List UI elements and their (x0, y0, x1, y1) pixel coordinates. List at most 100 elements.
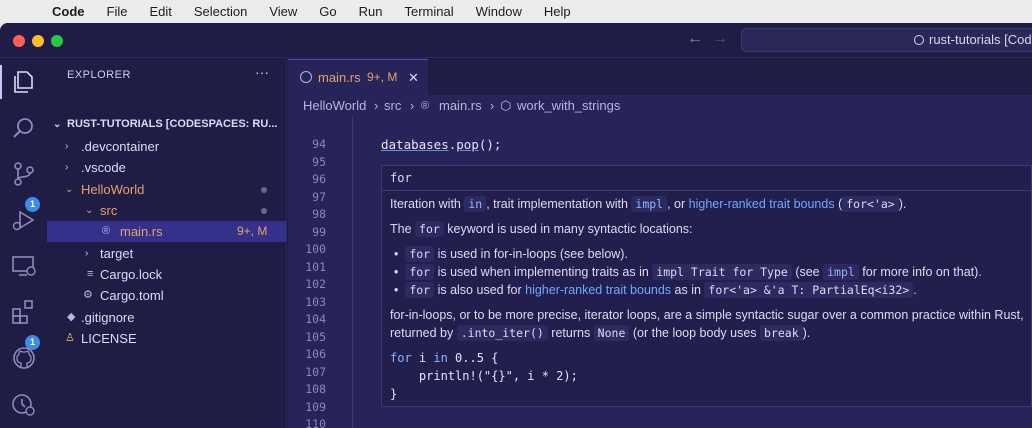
tree-item-label: Cargo.lock (100, 267, 163, 282)
tree-item-label: src (100, 203, 118, 218)
menu-selection[interactable]: Selection (194, 4, 247, 19)
hover-bullet-1: • for is used in for-in-loops (see below… (394, 246, 628, 262)
menu-view[interactable]: View (269, 4, 297, 19)
line-number: 100 (305, 242, 326, 256)
code-line-94: databases.pop(); (381, 137, 502, 152)
tree-item-main-rs[interactable]: ® main.rs 9+, M (47, 221, 286, 242)
line-number: 110 (305, 417, 326, 428)
hover-link-hrtb-2[interactable]: higher-ranked trait bounds (525, 283, 671, 297)
breadcrumb-src[interactable]: src (384, 95, 401, 117)
source-control-icon[interactable] (11, 161, 37, 187)
menu-go[interactable]: Go (319, 4, 336, 19)
run-debug-icon[interactable] (11, 207, 37, 233)
minimize-window-button[interactable] (32, 35, 44, 47)
workspace-root[interactable]: ⌄ RUST-TUTORIALS [CODESPACES: RU... (47, 114, 286, 135)
activity-bar: 1 1 (0, 59, 47, 428)
hover-paragraph-1: Iteration with in, trait implementation … (390, 196, 907, 212)
editor-tab-bar: main.rs 9+, M ✕ (288, 59, 1032, 95)
tree-item-label: .devcontainer (81, 139, 160, 154)
tree-item-label: .gitignore (81, 310, 135, 325)
extensions-icon[interactable] (11, 299, 37, 325)
remote-explorer-icon[interactable] (11, 253, 37, 279)
line-number: 101 (305, 260, 326, 274)
chevron-down-icon: ⌄ (85, 205, 94, 216)
modified-dot (261, 187, 267, 193)
title-bar: ← → rust-tutorials [Cod (0, 23, 1032, 58)
menu-help[interactable]: Help (544, 4, 571, 19)
breadcrumb-main-rs[interactable]: main.rs (439, 95, 482, 117)
hover-code-line-2: println!("{}", i * 2); (390, 369, 578, 383)
menu-window[interactable]: Window (476, 4, 522, 19)
tab-label: main.rs (318, 70, 361, 85)
hover-documentation: for Iteration with in, trait implementat… (381, 165, 1032, 407)
line-number: 109 (305, 400, 326, 414)
line-number: 102 (305, 277, 326, 291)
breadcrumb-function[interactable]: work_with_strings (517, 95, 620, 117)
tree-item-cargo-lock[interactable]: ≡ Cargo.lock (47, 264, 286, 285)
line-number: 96 (312, 172, 326, 186)
line-number: 105 (305, 330, 326, 344)
line-number: 104 (305, 312, 326, 326)
breadcrumb-separator: › (374, 98, 379, 113)
line-number: 95 (312, 155, 326, 169)
modified-dot (261, 208, 267, 214)
tree-item-helloworld[interactable]: ⌄ HelloWorld (47, 179, 286, 200)
close-tab-icon[interactable]: ✕ (408, 60, 419, 95)
tree-item-gitignore[interactable]: ◆ .gitignore (47, 307, 286, 328)
tree-item-cargo-toml[interactable]: ⚙ Cargo.toml (47, 285, 286, 306)
menu-app-name[interactable]: Code (52, 4, 85, 19)
chevron-right-icon: › (65, 162, 69, 173)
tree-item-devcontainer[interactable]: › .devcontainer (47, 136, 286, 157)
workspace-root-label: RUST-TUTORIALS [CODESPACES: RU... (67, 118, 278, 130)
cube-icon: ⬡ (500, 98, 512, 113)
breadcrumb-separator: › (410, 98, 415, 113)
line-number: 107 (305, 365, 326, 379)
breadcrumb: HelloWorld › src › ® main.rs › ⬡ work_wi… (288, 95, 1032, 117)
zoom-window-button[interactable] (51, 35, 63, 47)
explorer-sidebar: EXPLORER ··· ⌄ RUST-TUTORIALS [CODESPACE… (47, 59, 287, 428)
command-center-search[interactable]: rust-tutorials [Cod (741, 28, 1032, 52)
hover-link-hrtb[interactable]: higher-ranked trait bounds (689, 197, 835, 211)
tab-main-rs[interactable]: main.rs 9+, M ✕ (288, 59, 428, 95)
active-indicator (0, 65, 2, 99)
line-number: 108 (305, 382, 326, 396)
back-arrow-icon[interactable]: ← (687, 30, 703, 48)
menu-run[interactable]: Run (359, 4, 383, 19)
command-center-text: rust-tutorials [Cod (929, 32, 1032, 47)
chevron-down-icon: ⌄ (53, 119, 62, 130)
hover-paragraph-2: The for keyword is used in many syntacti… (390, 221, 693, 237)
explorer-files-icon[interactable] (11, 69, 37, 95)
hover-bullet-2: • for is used when implementing traits a… (394, 264, 982, 280)
tree-item-label: main.rs (120, 224, 163, 239)
hover-paragraph-3: for-in-loops, or to be more precise, ite… (390, 308, 1024, 322)
more-actions-icon[interactable]: ··· (255, 64, 269, 80)
close-window-button[interactable] (13, 35, 25, 47)
forward-arrow-icon[interactable]: → (712, 30, 728, 48)
git-file-icon: ◆ (67, 311, 76, 323)
tree-item-license[interactable]: ♙ LICENSE (47, 328, 286, 349)
tree-item-label: target (100, 246, 134, 261)
tree-item-src[interactable]: ⌄ src (47, 200, 286, 221)
vscode-window: ← → rust-tutorials [Cod 1 1 EXPLORER ···… (0, 23, 1032, 428)
github-icon[interactable] (11, 345, 37, 371)
license-icon: ♙ (65, 332, 75, 344)
file-status: 9+, M (237, 224, 268, 238)
menu-edit[interactable]: Edit (149, 4, 171, 19)
indent-guide (352, 117, 353, 428)
line-number: 97 (312, 190, 326, 204)
line-number: 99 (312, 225, 326, 239)
menu-terminal[interactable]: Terminal (405, 4, 454, 19)
tree-item-target[interactable]: › target (47, 243, 286, 264)
tree-item-label: HelloWorld (81, 182, 145, 197)
line-number: 98 (312, 207, 326, 221)
explorer-title: EXPLORER (67, 69, 131, 81)
menu-file[interactable]: File (107, 4, 128, 19)
tab-status: 9+, M (367, 70, 398, 84)
rust-file-icon: ® (102, 225, 111, 237)
tree-item-vscode[interactable]: › .vscode (47, 157, 286, 178)
timeline-icon[interactable] (11, 391, 37, 417)
breadcrumb-helloworld[interactable]: HelloWorld (303, 95, 366, 117)
chevron-down-icon: ⌄ (65, 184, 74, 195)
search-icon[interactable] (11, 115, 37, 141)
line-number: 103 (305, 295, 326, 309)
